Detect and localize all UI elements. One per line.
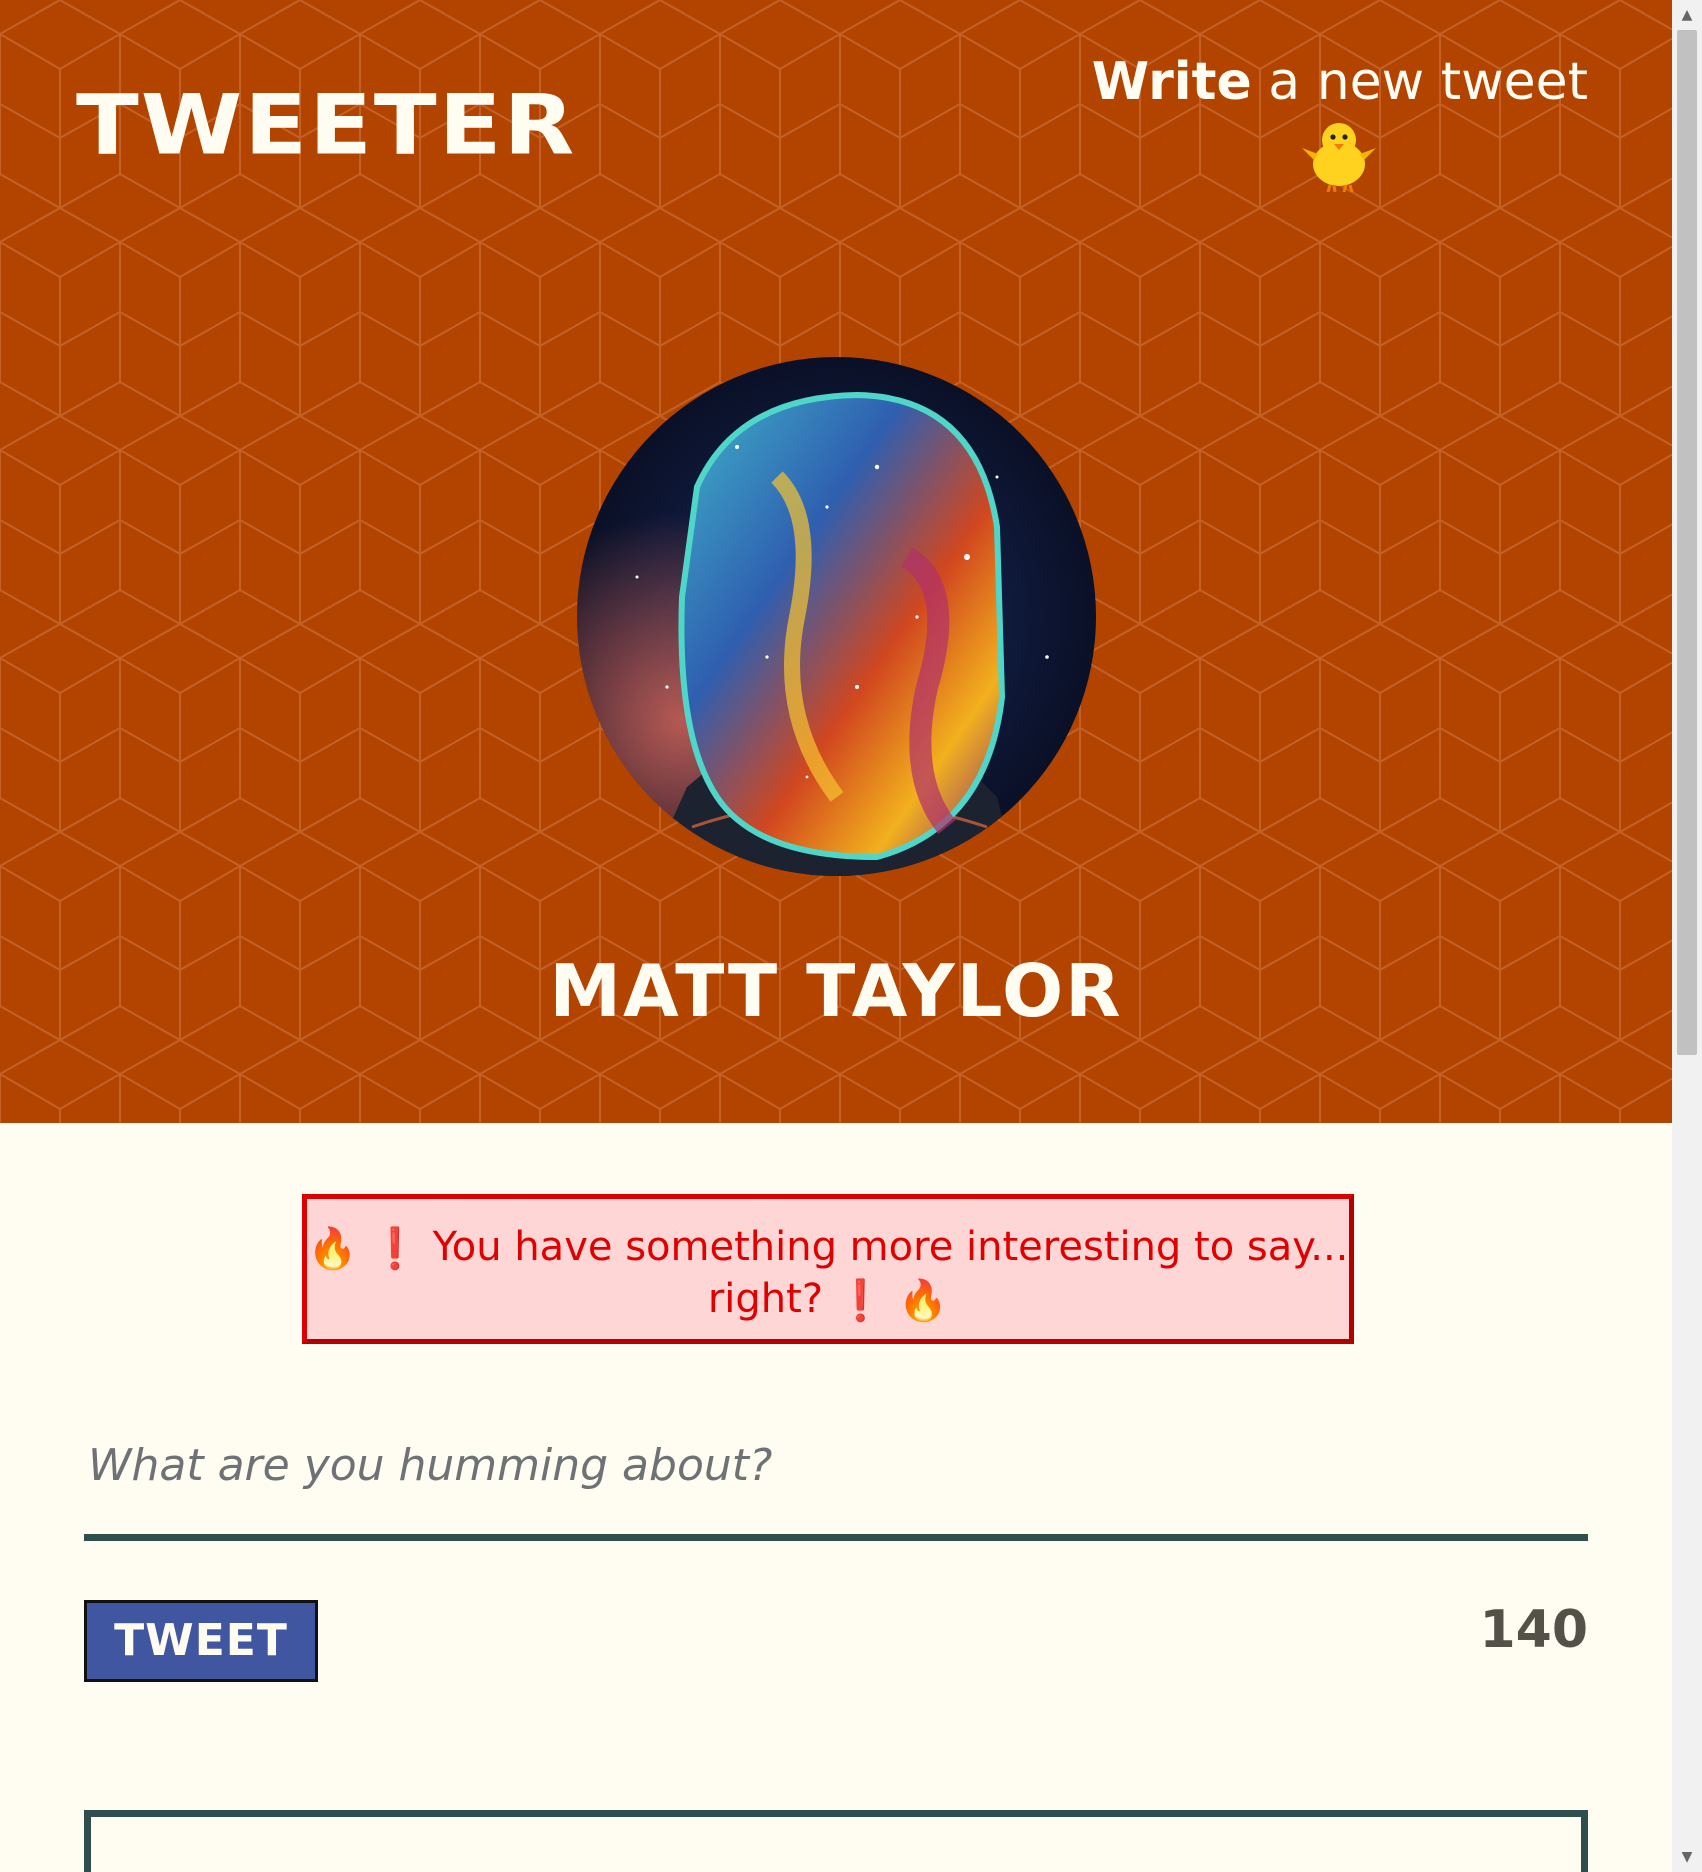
write-new-tweet-link[interactable]: Write a new tweet: [1068, 52, 1588, 112]
vertical-scrollbar[interactable]: ▲ ▼: [1672, 0, 1702, 1872]
tweet-text-input[interactable]: [84, 1395, 1588, 1535]
tweet-submit-button[interactable]: TWEET: [84, 1600, 318, 1682]
space-helmet-avatar: [577, 357, 1096, 876]
profile-header: TWEETER Write a new tweet MATT TAYLOR: [0, 0, 1672, 1123]
exclamation-fire-icon-right: ❗ 🔥: [835, 1278, 949, 1324]
page: TWEETER Write a new tweet MATT TAYLOR 🔥 …: [0, 0, 1672, 1872]
scrollbar-thumb[interactable]: [1677, 30, 1697, 1055]
compose-link-bold: Write: [1091, 52, 1252, 112]
input-underline: [84, 1534, 1588, 1541]
brand-logo: TWEETER: [76, 76, 577, 174]
error-message-box: 🔥 ❗ You have something more interesting …: [302, 1194, 1354, 1344]
scroll-down-arrow-icon[interactable]: ▼: [1672, 1842, 1702, 1872]
scroll-up-arrow-icon[interactable]: ▲: [1672, 0, 1702, 30]
fire-exclamation-icon-left: 🔥 ❗: [307, 1226, 420, 1272]
compose-link-text: a new tweet: [1251, 52, 1588, 112]
profile-username: MATT TAYLOR: [549, 949, 1123, 1033]
chick-icon[interactable]: [1302, 116, 1376, 192]
character-counter: 140: [1479, 1600, 1588, 1660]
tweet-card: [84, 1810, 1588, 1872]
